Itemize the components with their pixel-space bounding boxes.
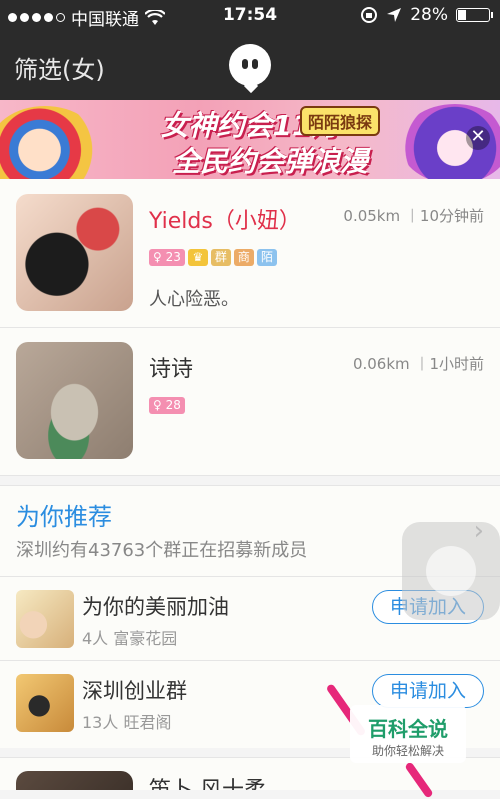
crown-icon: ♛: [187, 249, 208, 266]
list-item[interactable]: Yields（小妞） 0.05km 丨10分钟前 ♀ 23 ♛ 群 商 陌 人心…: [0, 179, 500, 328]
group-avatar: [16, 590, 74, 648]
signature: 人心险恶。: [149, 289, 239, 310]
logo-eye: [242, 59, 248, 69]
logo-tail: [243, 78, 259, 94]
last-active: 1小时前: [429, 355, 484, 373]
watermark-subtitle: 助你轻松解决: [371, 744, 444, 758]
logo-eye: [252, 59, 258, 69]
filter-button[interactable]: 筛选(女): [14, 50, 105, 85]
distance-time: 0.06km 丨1小时前: [353, 353, 484, 374]
separator: 丨: [404, 207, 420, 225]
watermark-logo: 百科全说 助你轻松解决: [350, 705, 466, 763]
business-badge: 商: [233, 249, 254, 266]
avatar[interactable]: [16, 342, 133, 459]
status-right: 28%: [360, 5, 493, 25]
user-name: 笛卜 风十柔: [149, 772, 266, 790]
watermark-title: 百科全说: [368, 717, 448, 741]
section-title[interactable]: 为你推荐: [16, 497, 112, 532]
nearby-user-list: Yields（小妞） 0.05km 丨10分钟前 ♀ 23 ♛ 群 商 陌 人心…: [0, 179, 500, 476]
distance: 0.05km: [343, 207, 401, 225]
banner-brand-logo: 陌陌狼探: [300, 106, 381, 136]
last-active: 10分钟前: [419, 207, 484, 225]
assistive-touch-button[interactable]: [402, 522, 500, 620]
age-badge: ♀ 23: [149, 249, 185, 266]
group-members: 4人: [82, 629, 109, 648]
close-icon[interactable]: ✕: [466, 126, 490, 150]
join-button[interactable]: 申请加入: [372, 674, 484, 708]
group-name: 为你的美丽加油: [82, 595, 229, 619]
banner-character-left: [0, 106, 100, 179]
group-info: 13人 旺君阁: [82, 709, 171, 733]
age-badge: ♀ 28: [149, 397, 185, 414]
battery-percent: 28%: [410, 5, 448, 25]
location-arrow-icon: [387, 8, 402, 22]
list-item[interactable]: 诗诗 0.06km 丨1小时前 ♀ 28: [0, 327, 500, 476]
distance-time: 0.05km 丨10分钟前: [343, 205, 484, 226]
female-icon: ♀: [153, 398, 162, 412]
promo-banner[interactable]: 女神约会11月 陌陌狼探 全民约会弹浪漫: [0, 100, 500, 179]
status-bar: 中国联通 17:54 28%: [0, 0, 500, 32]
group-name: 深圳创业群: [82, 679, 187, 703]
user-name: 诗诗: [149, 357, 194, 382]
badge-row: ♀ 23 ♛ 群 商 陌: [149, 249, 277, 266]
group-location: 富豪花园: [113, 629, 178, 648]
rotation-lock-icon: [361, 7, 378, 23]
age-value: 28: [165, 398, 181, 412]
badge-row: ♀ 28: [149, 397, 185, 414]
momo-badge: 陌: [256, 249, 277, 266]
banner-subheadline: 全民约会弹浪漫: [171, 145, 368, 178]
avatar[interactable]: [16, 771, 133, 790]
distance: 0.06km: [352, 355, 410, 373]
group-info: 4人 富豪花园: [82, 625, 177, 649]
nav-bar: 筛选(女): [0, 32, 500, 100]
group-badge: 群: [210, 249, 231, 266]
battery-icon: [456, 8, 493, 22]
group-location: 旺君阁: [123, 713, 172, 732]
avatar[interactable]: [16, 194, 133, 311]
user-name: Yields（小妞）: [149, 209, 301, 234]
momo-logo-icon[interactable]: [229, 44, 271, 94]
battery-fill: [458, 10, 467, 20]
female-icon: ♀: [153, 250, 162, 264]
separator: 丨: [414, 355, 430, 373]
section-subtitle: 深圳约有43763个群正在招募新成员: [16, 540, 308, 561]
age-value: 23: [165, 250, 181, 264]
group-members: 13人: [82, 713, 119, 732]
group-avatar: [16, 674, 74, 732]
